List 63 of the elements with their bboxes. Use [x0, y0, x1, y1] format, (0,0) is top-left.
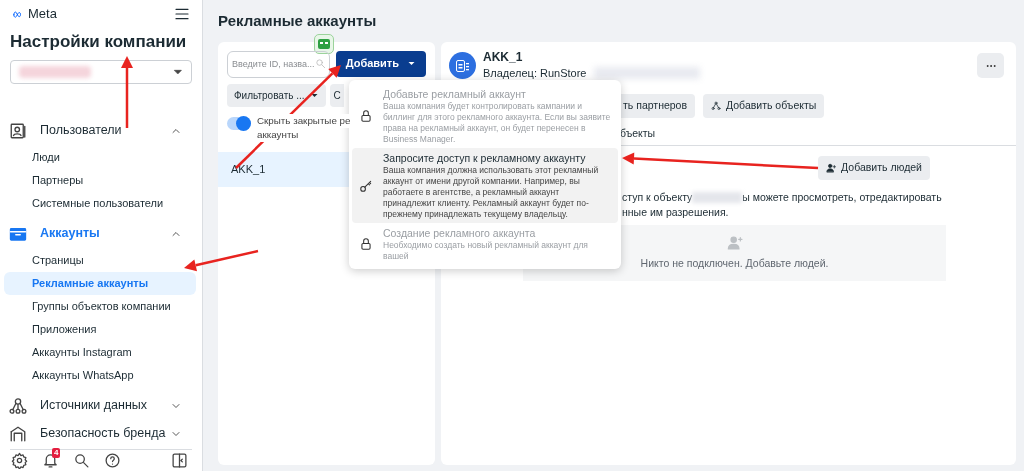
sidebar-section[interactable]: Пользователи [0, 117, 202, 144]
account-name: AKK_1 [483, 50, 524, 65]
sidebar-item[interactable]: Люди [4, 145, 196, 169]
blurred-text [692, 192, 743, 203]
menu-item-title: Добавьте рекламный аккаунт [383, 87, 527, 101]
key-icon [359, 178, 373, 193]
toggle-label: аккаунты [257, 128, 299, 142]
sidebar-item[interactable]: Группы объектов компании [4, 294, 196, 318]
add-people-button[interactable]: Добавить людей [818, 156, 930, 180]
panel-toggle-icon [171, 451, 188, 469]
settings-icon [11, 451, 28, 469]
notification-badge: 4 [52, 447, 61, 458]
page-title: Рекламные аккаунты [218, 11, 378, 31]
sidebar-item[interactable]: Приложения [4, 317, 196, 341]
owner-label: Владелец: RunStore [483, 66, 587, 81]
sidebar-item[interactable]: Рекламные аккаунты [4, 271, 196, 295]
menu-item[interactable] [352, 148, 618, 223]
section-label: Источники данных [40, 397, 149, 415]
menu-item-description: Ваша компания будет контролировать кампании и биллинг для этого рекламного аккаунта. Если вы заявите права на рекламный аккаунт, он будет перенесен в Business Manager. [383, 101, 611, 145]
filter-button[interactable]: С [329, 84, 344, 107]
empty-state-text: Никто не подключен. Добавьте людей. [640, 255, 829, 271]
search-icon [73, 451, 90, 469]
add-button[interactable]: Добавить [335, 50, 426, 77]
person-plus-icon [726, 234, 743, 251]
sidebar-item[interactable]: Аккаунты Instagram [4, 340, 196, 364]
company-selector[interactable] [10, 59, 192, 84]
sidebar-section[interactable]: Безопасность бренда [0, 420, 202, 447]
person-card-icon [9, 121, 27, 140]
sidebar-item[interactable]: Аккаунты WhatsApp [4, 363, 196, 387]
bell-icon [42, 451, 59, 469]
menu-item-description: Необходимо создать новый рекламный аккаунт для вашей [383, 240, 589, 262]
blurred-name [19, 65, 91, 78]
description-text: нные им разрешения. [622, 205, 729, 220]
lock-icon [359, 237, 373, 251]
help-icon [104, 451, 121, 469]
toggle-label: Скрыть закрытые ре [257, 114, 351, 128]
sidebar-title: Настройки компании [9, 30, 188, 53]
filter-button[interactable]: Фильтровать ... [227, 84, 326, 107]
account-avatar-icon [449, 52, 476, 80]
section-label: Аккаунты [40, 225, 101, 243]
nodes-icon [711, 100, 722, 111]
caret-icon [407, 59, 416, 68]
network-nodes-icon [9, 396, 27, 415]
lock-icon [359, 109, 373, 123]
search-icon [314, 58, 326, 69]
person-plus-icon [826, 163, 837, 173]
sidebar-item[interactable]: Страницы [4, 248, 196, 272]
tab[interactable]: бъекты [620, 125, 656, 142]
annotation-arrow [121, 56, 133, 128]
sidebar-section[interactable]: Аккаунты [0, 220, 202, 247]
sidebar-item[interactable]: Партнеры [4, 168, 196, 192]
action-button[interactable]: Добавить объекты [703, 93, 825, 118]
description-text: ступ к объекту [622, 190, 693, 205]
sidebar-section[interactable]: Источники данных [0, 392, 202, 419]
action-button[interactable]: ть партнеров [620, 93, 696, 118]
brand-name: Meta [28, 5, 57, 23]
toggle-switch[interactable] [227, 117, 251, 130]
description-text: ы можете просмотреть, отредактировать [742, 190, 942, 205]
sidebar-item[interactable]: Системные пользователи [4, 191, 196, 215]
section-label: Безопасность бренда [40, 425, 167, 443]
menu-item-title: Создание рекламного аккаунта [383, 226, 537, 240]
search-field[interactable]: Введите ID, назва... [227, 50, 330, 78]
section-label: Пользователи [40, 122, 123, 140]
